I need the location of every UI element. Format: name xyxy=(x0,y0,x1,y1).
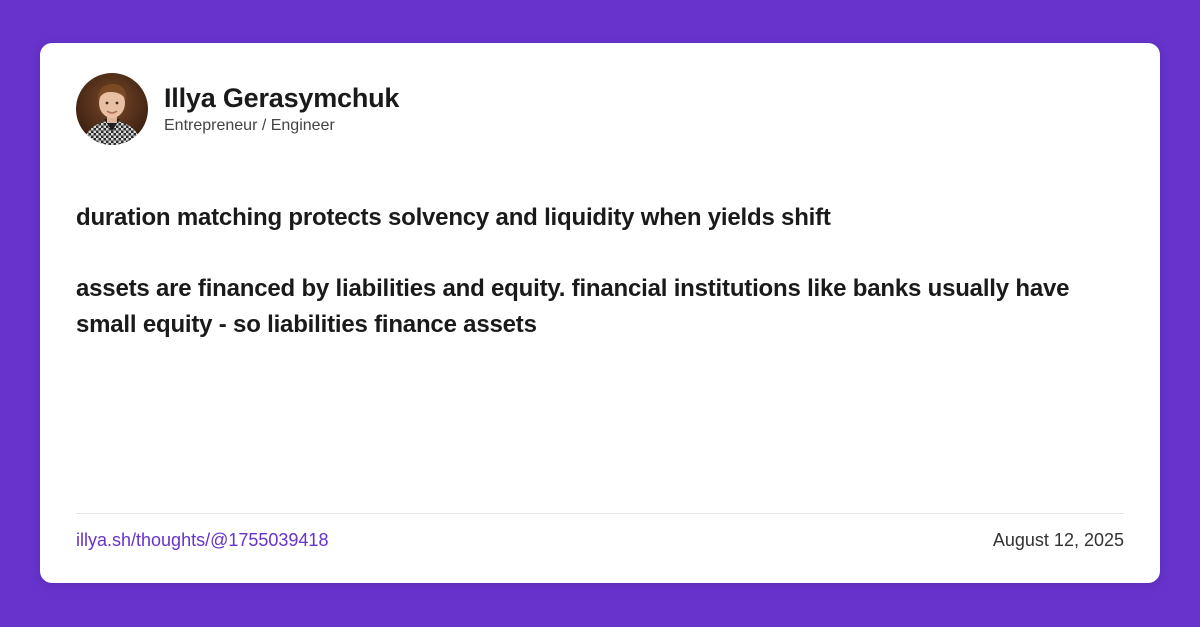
post-paragraph: duration matching protects solvency and … xyxy=(76,204,831,231)
post-permalink[interactable]: illya.sh/thoughts/@1755039418 xyxy=(76,530,328,551)
post-body: duration matching protects solvency and … xyxy=(76,200,1116,378)
post-paragraph: assets are financed by liabilities and e… xyxy=(76,275,1070,338)
footer-divider xyxy=(76,513,1124,514)
avatar-photo-icon xyxy=(76,73,148,145)
author-title: Entrepreneur / Engineer xyxy=(164,117,335,134)
author-name: Illya Gerasymchuk xyxy=(164,83,400,113)
avatar xyxy=(76,73,148,145)
post-date: August 12, 2025 xyxy=(992,530,1124,550)
thought-card: Illya Gerasymchuk Entrepreneur / Enginee… xyxy=(40,43,1160,583)
